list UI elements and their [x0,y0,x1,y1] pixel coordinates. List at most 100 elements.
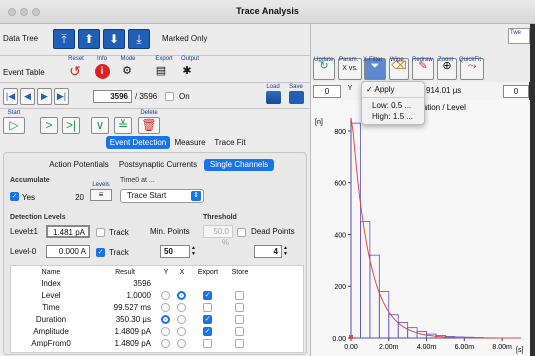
store-checkbox[interactable] [235,291,244,300]
first-item-button[interactable]: ⤒ [53,29,75,49]
mode-button[interactable]: Mode ⚙ [118,56,138,81]
level0-label: Level-0 [10,247,37,256]
y-tick-label: 0.00 [332,336,346,343]
export-checkbox[interactable]: ✓ [203,315,212,324]
fast-forward-button[interactable]: >| [62,117,80,134]
next-event-button[interactable]: ▶ [37,88,52,105]
event-index-field[interactable]: 3596 [93,90,132,103]
x-radio[interactable] [177,291,186,300]
store-checkbox[interactable] [235,339,244,348]
next-item-button[interactable]: ⬇ [103,29,125,49]
y-tick-label: 200 [334,284,346,291]
row-name: AmpFrom0 [31,339,71,348]
min-points-field[interactable]: 50 [160,245,190,258]
menu-item-low[interactable]: Low: 0.5 ... [372,101,411,110]
info-button[interactable]: Info i [92,56,112,80]
event-table-label: Event Table [3,68,45,77]
event-total: / 3596 [135,92,158,101]
xfilter-label: X-Filter [363,57,383,63]
time0-value: Trace Start [127,191,167,200]
export-checkbox[interactable]: ✓ [203,327,212,336]
store-checkbox[interactable] [235,315,244,324]
dead-points-stepper[interactable]: ▲ ▼ [283,245,290,258]
redraw-label: Redraw [412,57,433,63]
cursor-marker [349,335,353,339]
step-down-button[interactable]: ∨ [91,117,109,134]
delete-button[interactable]: Delete 🗑 [137,110,161,134]
play-icon: ▷ [3,117,25,134]
graph-panel: ↻ Update Update X vs. Y Param. ⏷ X-Filte… [310,24,530,356]
menu-item-apply[interactable]: ✓ Apply [366,85,395,94]
y-radio[interactable] [161,339,170,348]
xfilter-menu: ✓ Apply Low: 0.5 ... High: 1.5 ... [361,81,426,125]
level0-field[interactable]: 0.000 A [46,245,90,258]
fast-down-button[interactable]: ≚ [114,117,132,134]
tab-event-detection[interactable]: Event Detection [106,136,170,149]
level0-track-checkbox[interactable]: ✓ [96,248,105,257]
x-radio[interactable] [177,303,186,312]
reset-button[interactable]: Reset ↺ [66,56,86,81]
first-event-button[interactable]: |◀ [3,88,18,105]
subtab-postsynaptic-currents[interactable]: Postsynaptic Currents [118,159,198,171]
mode-icon: ⚙ [122,65,132,77]
export-button[interactable]: Export ▤ [152,56,176,81]
tab-trace-fit[interactable]: Trace Fit [210,136,250,149]
param-value: X vs. Y [342,65,358,92]
delete-label: Delete [140,110,158,116]
row-name: Duration [35,315,67,324]
export-checkbox[interactable] [203,303,212,312]
min-points-stepper[interactable]: ▲ ▼ [191,245,198,258]
step-forward-button[interactable]: > [40,117,58,134]
tab-measure[interactable]: Measure [172,136,208,149]
x-tick-label: 6.00m [455,344,475,351]
x-radio[interactable] [177,327,186,336]
last-event-button[interactable]: ▶| [54,88,69,105]
store-checkbox[interactable] [235,327,244,336]
export-icon: ▤ [155,65,167,77]
store-checkbox[interactable] [235,303,244,312]
checkmark-icon: ✓ [366,85,373,94]
level1-track-checkbox[interactable] [96,228,105,237]
col-header-x: X [179,269,185,276]
col-header-result: Result [115,269,135,276]
y-tick-label: 400 [334,232,346,239]
prev-event-button[interactable]: ◀ [20,88,35,105]
window-title: Trace Analysis [236,6,299,16]
save-button[interactable]: Save [286,84,306,104]
start-button[interactable]: Start ▷ [3,110,25,134]
graph-right-field[interactable]: 0 [503,85,529,98]
menu-item-high[interactable]: High: 1.5 ... [372,112,413,121]
folder-icon [265,91,281,104]
on-label: On [179,92,190,101]
threshold-checkbox[interactable] [237,228,246,237]
y-radio[interactable] [161,327,170,336]
levels-button[interactable]: Levels ≡ [90,182,112,201]
floppy-icon [288,91,304,104]
x-radio[interactable] [177,339,186,348]
yes-checkbox[interactable]: ✓ [10,192,19,201]
x-radio[interactable] [177,315,186,324]
threshold-field[interactable]: 50.0 % [203,225,233,247]
y-radio[interactable] [161,291,170,300]
twe-button[interactable]: Twe [508,28,530,44]
subtab-action-potentials[interactable]: Action Potentials [46,159,112,171]
output-button[interactable]: Output ✱ [178,56,202,81]
on-checkbox[interactable] [165,92,174,101]
export-checkbox[interactable] [203,339,212,348]
level1-field[interactable]: 1.481 pA [46,225,90,238]
time0-select[interactable]: Trace Start ⇕ [120,189,204,203]
prev-item-button[interactable]: ⬆ [78,29,100,49]
y-radio[interactable] [161,303,170,312]
export-checkbox[interactable]: ✓ [203,291,212,300]
y-radio[interactable] [161,315,170,324]
subtab-single-channels[interactable]: Single Channels [204,159,274,171]
row-result: 1.4809 pA [114,339,151,348]
level1-label: Level±1 [10,227,38,236]
load-button[interactable]: Load [263,84,283,104]
last-item-button[interactable]: ⤓ [128,29,150,49]
dead-points-field[interactable]: 4 [254,245,282,258]
col-header-store: Store [231,269,249,276]
accumulate-label: Accumulate [10,177,50,184]
x-axis-label: [s] [516,347,523,354]
graph-left-field[interactable]: 0 [313,85,341,98]
